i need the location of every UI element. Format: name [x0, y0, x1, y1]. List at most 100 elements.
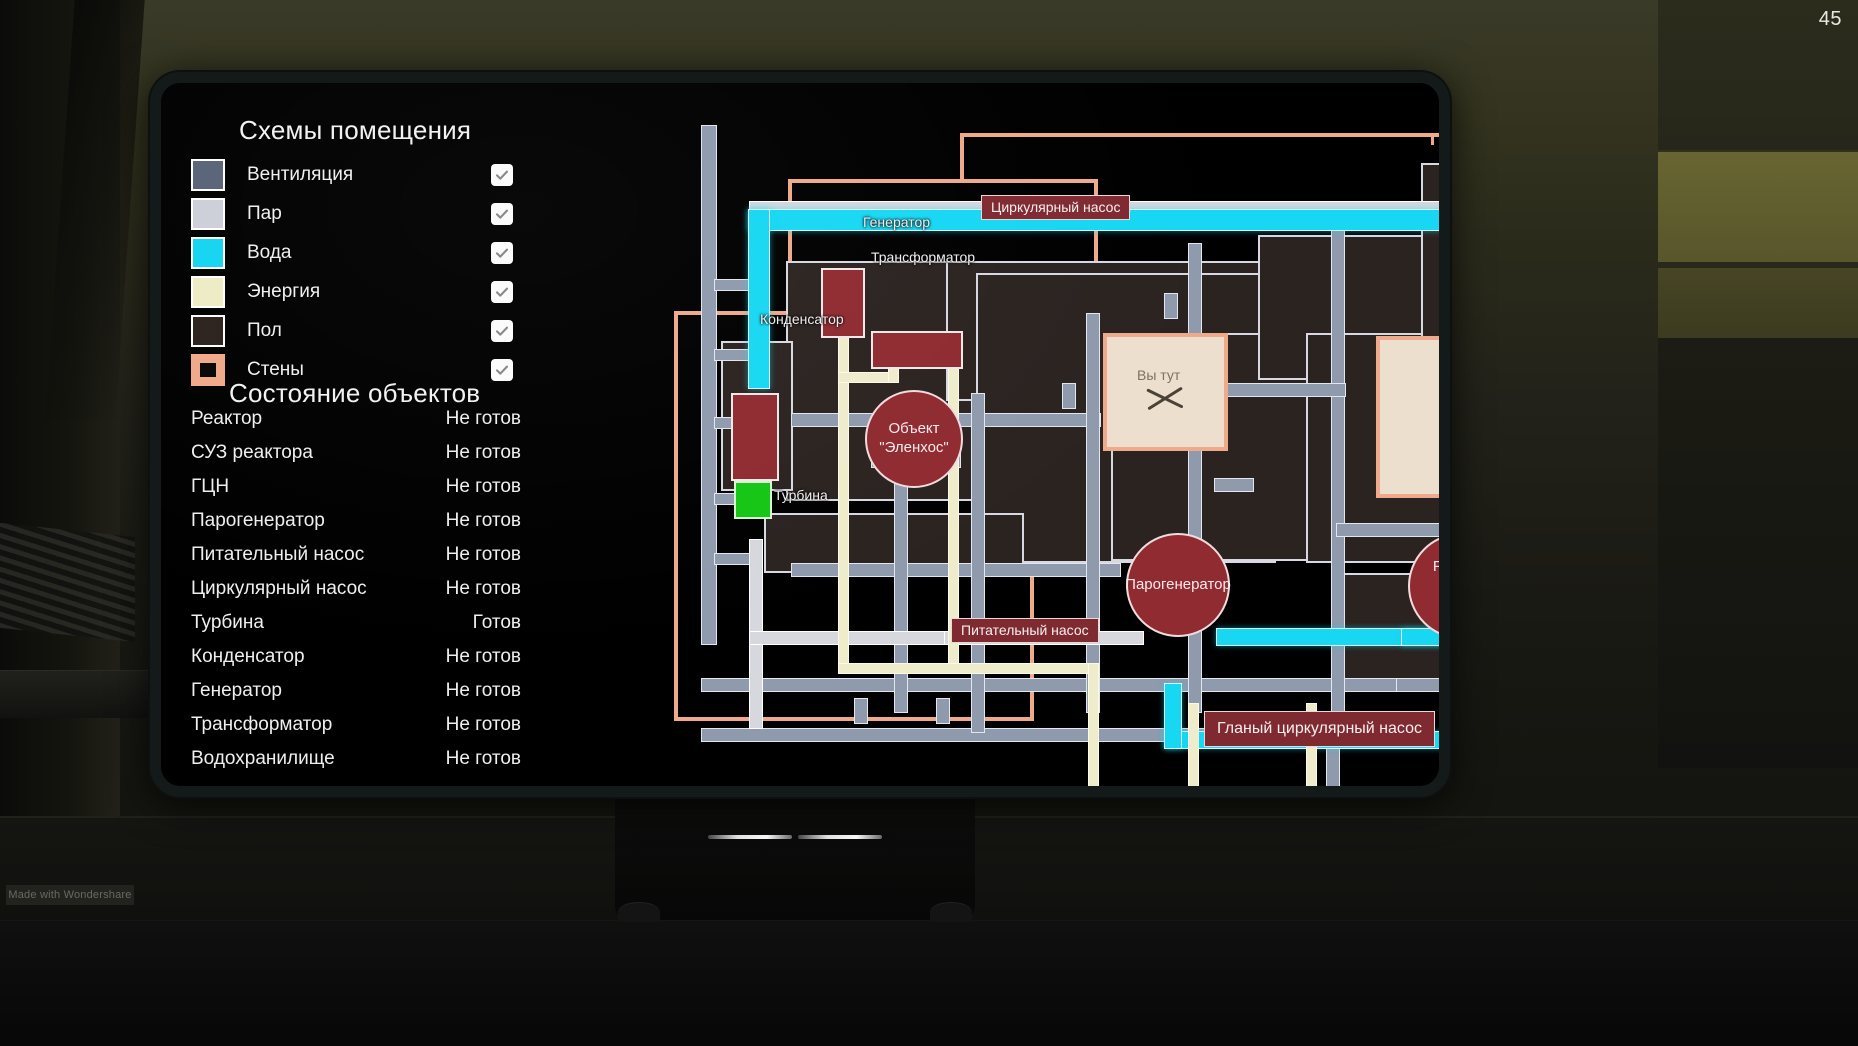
wall-shelf: [0, 670, 150, 718]
player-position-marker: [1145, 385, 1185, 415]
reactor-label-line1: Реактор: [1432, 557, 1439, 575]
elenkhos-label: Объект "Эленхос": [879, 420, 949, 456]
state-name: Циркулярный насос: [191, 578, 367, 599]
state-name: Парогенератор: [191, 510, 325, 531]
legend-checkbox-energy[interactable]: [491, 280, 513, 303]
pipe-ventilation-node-c: [1214, 478, 1254, 492]
legend-checkbox-steam[interactable]: [491, 202, 513, 225]
wall-segment-left-vertical: [674, 311, 678, 721]
legend-checkbox-ventilation[interactable]: [491, 163, 513, 186]
pipe-power-south-riser: [1088, 663, 1099, 786]
tag-feed-pump[interactable]: Питательный насос: [951, 618, 1099, 644]
state-row-generator: Генератор Не готов: [191, 680, 521, 714]
state-row-reactor: Реактор Не готов: [191, 408, 521, 442]
state-name: Трансформатор: [191, 714, 333, 735]
equipment-generator[interactable]: [821, 268, 865, 338]
state-row-condenser: Конденсатор Не готов: [191, 646, 521, 680]
legend-label-energy: Энергия: [247, 280, 321, 302]
legend-item-steam[interactable]: Пар: [191, 194, 531, 233]
states-list: Реактор Не готов СУЗ реактора Не готов Г…: [191, 408, 521, 782]
legend-label-steam: Пар: [247, 202, 282, 224]
legend-label-ventilation: Вентиляция: [247, 163, 354, 185]
legend-item-water[interactable]: Вода: [191, 233, 531, 272]
equipment-turbine[interactable]: [734, 481, 772, 519]
state-value: Не готов: [445, 442, 521, 463]
feed-pump-label: Питательный насос: [961, 622, 1089, 638]
state-name: Реактор: [191, 408, 263, 429]
state-value: Не готов: [445, 510, 521, 531]
tag-circulation-pump[interactable]: Циркулярный насос: [981, 195, 1131, 221]
state-value: Готов: [472, 612, 521, 633]
state-name: СУЗ реактора: [191, 442, 313, 463]
watermark: Made with Wondershare: [6, 885, 134, 905]
pipe-power-south-riser-b: [1188, 703, 1199, 786]
wall-outline-north: [960, 133, 1439, 178]
pipe-ventilation-stub-d: [1164, 293, 1178, 319]
state-value: Не готов: [445, 680, 521, 701]
check-icon: [495, 170, 509, 180]
legend-label-water: Вода: [247, 241, 292, 263]
stand-knob-left: [618, 902, 660, 922]
legend-checkbox-water[interactable]: [491, 241, 513, 264]
legend-swatch-ventilation: [191, 158, 225, 191]
wall-segment-mid-north: [788, 179, 1098, 183]
pipe-ventilation-connector-g: [1396, 678, 1439, 692]
state-row-gcn: ГЦН Не готов: [191, 476, 521, 510]
state-row-reservoir: Водохранилище Не готов: [191, 748, 521, 782]
schemes-title: Схемы помещения: [239, 115, 472, 145]
state-name: Питательный насос: [191, 544, 365, 565]
pipe-ventilation-stub-c: [1062, 383, 1076, 409]
state-row-reactor-suz: СУЗ реактора Не готов: [191, 442, 521, 476]
legend-item-energy[interactable]: Энергия: [191, 272, 531, 311]
check-icon: [495, 287, 509, 297]
legend-list: Вентиляция Пар Вода Энергия Пол Стены: [191, 155, 531, 389]
pipe-ventilation-connector-f: [1336, 523, 1439, 537]
check-icon: [495, 248, 509, 258]
you-are-here-label: Вы тут: [1137, 367, 1181, 383]
monitor-stand: [615, 790, 975, 922]
legend-swatch-water: [191, 236, 225, 269]
state-name: ГЦН: [191, 476, 230, 497]
room-you-are-here[interactable]: Вы тут: [1103, 333, 1228, 451]
label-condenser: Конденсатор: [760, 311, 844, 327]
legend-swatch-floor: [191, 314, 225, 347]
pipe-ventilation-riser-b: [971, 393, 985, 733]
circulation-pump-label: Циркулярный насос: [991, 199, 1121, 215]
equipment-elenkhos[interactable]: Объект "Эленхос": [865, 390, 963, 488]
equipment-condenser[interactable]: [731, 393, 779, 481]
main-circulation-pump-label: Гланый циркулярный насос: [1217, 720, 1422, 737]
legend-label-floor: Пол: [247, 319, 282, 341]
state-value: Не готов: [445, 714, 521, 735]
state-name: Генератор: [191, 680, 282, 701]
pipe-ventilation-riser-d: [1188, 243, 1202, 713]
screen: Схемы помещения Вентиляция Пар Вода Энер…: [161, 83, 1439, 786]
pipe-ventilation-branch-a: [714, 279, 752, 291]
pipe-ventilation-node-b: [936, 698, 950, 724]
check-icon: [495, 326, 509, 336]
legend-checkbox-walls[interactable]: [491, 358, 513, 381]
legend-item-floor[interactable]: Пол: [191, 311, 531, 350]
check-icon: [495, 209, 509, 219]
legend-swatch-energy: [191, 275, 225, 308]
state-row-feed-pump: Питательный насос Не готов: [191, 544, 521, 578]
equipment-steam-generator[interactable]: Парогенератор: [1125, 533, 1231, 637]
equipment-transformer[interactable]: [871, 331, 963, 369]
pipe-ventilation-branch-e: [714, 553, 752, 565]
pipe-ventilation-main-vertical: [701, 125, 717, 645]
wall-stripe-yellow: [1658, 152, 1858, 262]
label-transformer: Трансформатор: [871, 249, 976, 265]
legend-checkbox-floor[interactable]: [491, 319, 513, 342]
state-row-turbine: Турбина Готов: [191, 612, 521, 646]
pipe-ventilation-connector-e: [1216, 383, 1346, 397]
facility-map[interactable]: Водо- хранилище- охладитель Вы тут Объек…: [516, 83, 1439, 786]
state-value: Не готов: [445, 476, 521, 497]
legend-item-ventilation[interactable]: Вентиляция: [191, 155, 531, 194]
state-row-circ-pump: Циркулярный насос Не готов: [191, 578, 521, 612]
pipe-water-down-left: [748, 209, 770, 389]
state-row-steam-generator: Парогенератор Не готов: [191, 510, 521, 544]
state-name: Конденсатор: [191, 646, 305, 667]
label-turbine: Турбина: [774, 487, 828, 503]
tag-main-circulation-pump[interactable]: Гланый циркулярный насос: [1204, 711, 1435, 747]
check-icon: [495, 365, 509, 375]
pipe-ventilation-branch-b: [714, 349, 752, 361]
